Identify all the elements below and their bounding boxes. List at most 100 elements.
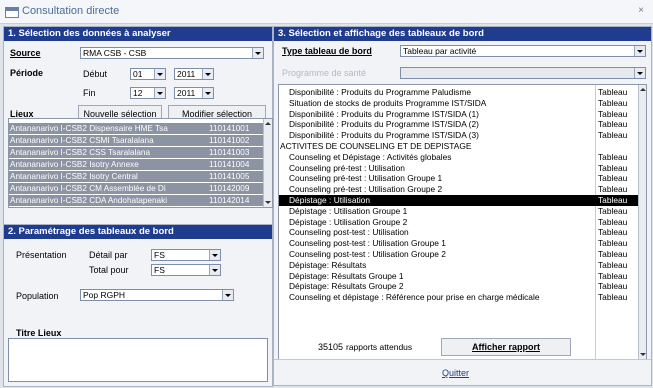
lieux-name: Antananarivo I-CSB2 CM Assemblée de Di [10,184,166,193]
total-pour-select[interactable]: FS [151,264,221,276]
window-titlebar: Consultation directe × [0,0,653,24]
tableau-row[interactable]: Dépistage: Résultats Groupe 2 Tableau [279,281,638,292]
programme-sante-label: Programme de santé [282,68,367,78]
source-select[interactable]: RMA CSB - CSB [80,47,264,59]
rapports-label: rapports attendus [346,342,413,352]
scroll-down-icon[interactable] [640,353,646,356]
lieux-scrollbar[interactable] [263,119,272,207]
tableaux-scrollbar[interactable] [638,85,646,359]
tableau-row[interactable]: Counseling post-test : Utilisation Group… [279,238,638,249]
tableau-name: Counseling et Dépistage : Activités glob… [289,151,452,162]
chevron-down-icon[interactable] [634,46,645,56]
tableau-row[interactable]: Counseling pré-test : Utilisation Groupe… [279,184,638,195]
chevron-down-icon[interactable] [209,250,220,260]
tableau-row[interactable]: Counseling et dépistage : Référence pour… [279,292,638,303]
chevron-down-icon[interactable] [154,88,165,98]
detail-par-select[interactable]: FS [151,249,221,261]
window-title: Consultation directe [22,5,120,17]
tableau-name: Dépistage : Utilisation Groupe 1 [289,205,408,216]
fin-year-value: 2011 [177,88,196,98]
lieux-row[interactable]: Antananarivo I-CSB2 CM Assemblée de Di 11… [9,183,264,194]
divider [274,359,651,360]
tableau-row[interactable]: ACTIVITES DE COUNSELING ET DE DEPISTAGE [279,141,638,152]
tableau-name: Dépistage: Résultats Groupe 1 [289,270,404,281]
detail-par-label: Détail par [89,250,128,260]
tableaux-list[interactable]: Disponibilité : Produits du Programme Pa… [278,84,647,360]
lieux-row[interactable]: Antananarivo I-CSB2 Isotry Annexe 1101410… [9,159,264,170]
fin-month-value: 12 [133,88,143,98]
total-pour-label: Total pour [89,265,129,275]
tableau-type: Tableau [598,130,628,141]
programme-sante-select[interactable] [400,67,646,79]
tableau-row[interactable]: Counseling post-test : Utilisation Group… [279,249,638,260]
chevron-down-icon[interactable] [154,69,165,79]
lieux-name: Antananarivo I-CSB2 CSMI Tsaralalana [10,136,154,145]
chevron-down-icon[interactable] [634,68,645,78]
tableau-row[interactable]: Disponibilité : Produits du Programme IS… [279,130,638,141]
afficher-rapport-button[interactable]: Afficher rapport [441,338,571,356]
tableau-row[interactable]: Disponibilité : Produits du Programme IS… [279,109,638,120]
lieux-row[interactable]: Antananarivo I-CSB2 CDA Andohatapenaki 11… [9,195,264,206]
fin-year-select[interactable]: 2011 [174,87,214,99]
scroll-up-icon[interactable] [265,122,271,125]
chevron-down-icon[interactable] [222,290,233,300]
chevron-down-icon[interactable] [252,48,263,58]
section3-header: 3. Sélection et affichage des tableaux d… [274,27,651,41]
tableau-name: Counseling pré-test : Utilisation Groupe… [289,173,443,184]
lieux-name: Antananarivo I-CSB2 Isotry Central [10,172,138,181]
tableau-name: Counseling post-test : Utilisation Group… [289,238,446,249]
tableau-row[interactable]: Counseling pré-test : Utilisation Tableau [279,163,638,174]
tableau-type: Tableau [598,238,628,249]
tableau-row[interactable]: Dépistage : Utilisation Groupe 1 Tableau [279,206,638,217]
lieux-row[interactable]: Antananarivo I-CSB2 Dispensaire HME Tsa 1… [9,123,264,134]
population-select[interactable]: Pop RGPH [80,289,234,301]
tableau-name: Dépistage : Utilisation Groupe 2 [289,216,408,227]
tableau-row[interactable]: Counseling pré-test : Utilisation Groupe… [279,173,638,184]
periode-label: Période [10,68,44,78]
source-value: RMA CSB - CSB [83,48,147,58]
tableau-row[interactable]: Disponibilité : Produits du Programme Pa… [279,87,638,98]
tableau-type: Tableau [598,227,628,238]
tableau-row[interactable]: Dépistage: Résultats Tableau [279,260,638,271]
debut-month-select[interactable]: 01 [130,68,166,80]
section-selection-donnees: 1. Sélection des données à analyser Sour… [3,26,273,225]
lieux-name: Antananarivo I-CSB2 Dispensaire HME Tsa [10,124,168,133]
lieux-row[interactable]: Antananarivo I-CSB2 Isotry Central 110141… [9,171,264,182]
tableau-type: Tableau [598,259,628,270]
tableau-name: Disponibilité : Produits du Programme IS… [289,130,479,141]
tableau-row[interactable]: Counseling post-test : Utilisation Tablea… [279,227,638,238]
fin-month-select[interactable]: 12 [130,87,166,99]
rapports-count: 35105 [318,342,344,352]
scroll-down-icon[interactable] [265,201,271,204]
chevron-down-icon[interactable] [209,265,220,275]
scroll-up-icon[interactable] [640,88,646,91]
tableau-row[interactable]: Dépistage: Résultats Groupe 1 Tableau [279,271,638,282]
lieux-list[interactable]: Antananarivo I-CSB2 Dispensaire HME Tsa 1… [8,118,273,208]
tableau-name: Counseling post-test : Utilisation [289,227,409,238]
tableau-name: Counseling et dépistage : Référence pour… [289,292,540,303]
tableau-type: Tableau [598,205,628,216]
tableau-row[interactable]: Disponibilité : Produits du Programme IS… [279,119,638,130]
presentation-label: Présentation [16,250,67,260]
tableau-name: Situation de stocks de produits Programm… [289,97,487,108]
tableau-row[interactable]: Counseling et Dépistage : Activités glob… [279,152,638,163]
chevron-down-icon[interactable] [202,69,213,79]
debut-year-select[interactable]: 2011 [174,68,214,80]
tableau-type: Tableau [598,249,628,259]
close-icon[interactable]: × [638,5,644,16]
tableau-row[interactable]: Dépistage : Utilisation Groupe 2 Tableau [279,217,638,228]
titre-lieux-input[interactable] [8,338,268,382]
lieux-code: 110141002 [209,136,250,145]
type-tableau-select[interactable]: Tableau par activité [400,45,646,57]
total-pour-value: FS [154,265,165,275]
tableau-type: Tableau [598,108,628,119]
app-icon [5,7,19,18]
tableau-name: Counseling pré-test : Utilisation Groupe… [289,184,443,195]
tableau-row[interactable]: Situation de stocks de produits Programm… [279,98,638,109]
chevron-down-icon[interactable] [202,88,213,98]
titre-lieux-label: Titre Lieux [16,328,62,338]
tableau-row[interactable]: Dépistage : Utilisation Tableau [279,195,638,206]
lieux-row[interactable]: Antananarivo I-CSB2 CSMI Tsaralalana 1101… [9,135,264,146]
lieux-row[interactable]: Antananarivo I-CSB2 CSS Tsaralalana 11014… [9,147,264,158]
quitter-button[interactable]: Quitter [442,368,469,378]
